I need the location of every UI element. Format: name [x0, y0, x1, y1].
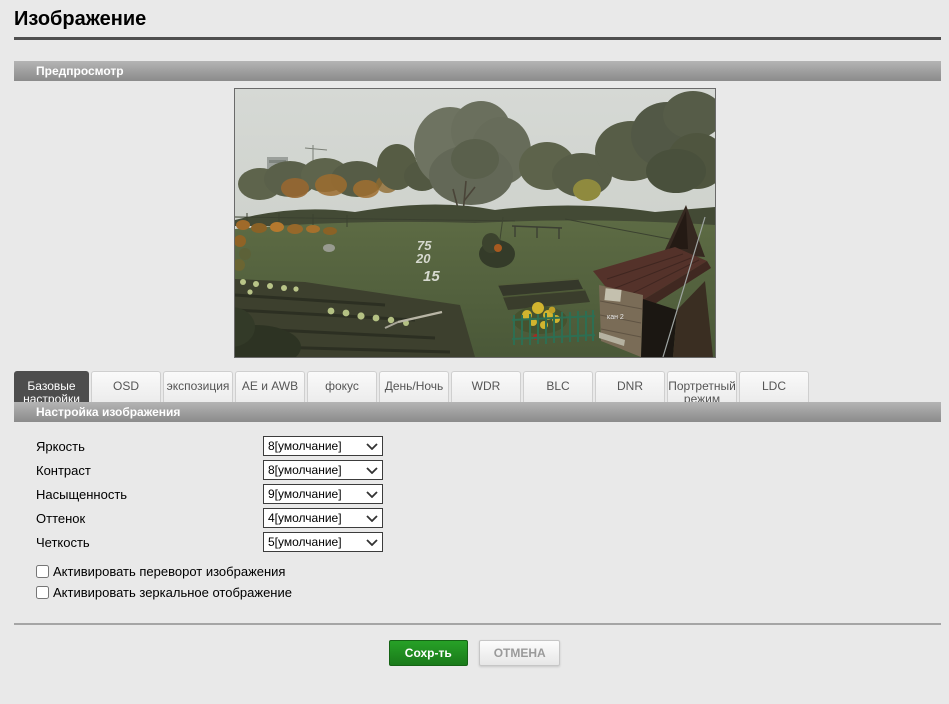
- saturation-row: Насыщенность 9[умолчание]: [36, 482, 941, 506]
- mirror-image-checkbox[interactable]: [36, 586, 49, 599]
- cancel-button[interactable]: ОТМЕНА: [479, 640, 561, 666]
- stone: [322, 244, 335, 252]
- chevron-down-icon: [366, 490, 378, 498]
- tab-osd[interactable]: OSD: [91, 371, 161, 402]
- hue-label: Оттенок: [36, 510, 86, 526]
- tab-ae-awb[interactable]: AE и AWB: [235, 371, 305, 402]
- flip-options: Активировать переворот изображения Актив…: [36, 561, 941, 603]
- footer-divider: [14, 623, 941, 625]
- chevron-down-icon: [366, 442, 378, 450]
- contrast-label: Контраст: [36, 462, 91, 478]
- brightness-label: Яркость: [36, 438, 85, 454]
- hue-select[interactable]: 4[умолчание]: [263, 508, 383, 528]
- flip-image-label: Активировать переворот изображения: [53, 564, 286, 579]
- mirror-image-label: Активировать зеркальное отображение: [53, 585, 292, 600]
- chevron-down-icon: [366, 538, 378, 546]
- tab-dnr[interactable]: DNR: [595, 371, 665, 402]
- preview-section-header: Предпросмотр: [14, 61, 941, 81]
- contrast-select[interactable]: 8[умолчание]: [263, 460, 383, 480]
- settings-tabs: Базовые настройки OSD экспозиция AE и AW…: [14, 371, 941, 406]
- page-title: Изображение: [14, 8, 941, 40]
- tab-focus[interactable]: фокус: [307, 371, 377, 402]
- osd-channel-text: кан 2: [607, 314, 624, 321]
- tab-portrait-mode[interactable]: Портретный режим: [667, 371, 737, 406]
- flip-image-checkbox[interactable]: [36, 565, 49, 578]
- sharpness-select[interactable]: 5[умолчание]: [263, 532, 383, 552]
- sharpness-value: 5[умолчание]: [268, 535, 342, 549]
- tab-exposure[interactable]: экспозиция: [163, 371, 233, 402]
- saturation-value: 9[умолчание]: [268, 487, 342, 501]
- hue-row: Оттенок 4[умолчание]: [36, 506, 941, 530]
- tab-wdr[interactable]: WDR: [451, 371, 521, 402]
- tab-day-night[interactable]: День/Ночь: [379, 371, 449, 402]
- footer-actions: Сохр-ть ОТМЕНА: [0, 640, 949, 666]
- sharpness-row: Четкость 5[умолчание]: [36, 530, 941, 554]
- tab-ldc[interactable]: LDC: [739, 371, 809, 402]
- image-settings-form: Яркость 8[умолчание] Контраст 8[умолчани…: [14, 434, 941, 603]
- contrast-value: 8[умолчание]: [268, 463, 342, 477]
- saturation-select[interactable]: 9[умолчание]: [263, 484, 383, 504]
- camera-scene: 75 20 15 кан 2: [234, 89, 715, 357]
- preview-area: 75 20 15 кан 2: [0, 88, 949, 358]
- mirror-image-row: Активировать зеркальное отображение: [36, 582, 941, 603]
- contrast-row: Контраст 8[умолчание]: [36, 458, 941, 482]
- distance-marker-20: 20: [415, 251, 431, 266]
- brightness-row: Яркость 8[умолчание]: [36, 434, 941, 458]
- flip-image-row: Активировать переворот изображения: [36, 561, 941, 582]
- save-button[interactable]: Сохр-ть: [388, 640, 468, 666]
- camera-preview-image: 75 20 15 кан 2: [233, 88, 716, 358]
- brightness-value: 8[умолчание]: [268, 439, 342, 453]
- image-settings-section-header: Настройка изображения: [14, 402, 941, 422]
- preview-section-label: Предпросмотр: [36, 64, 124, 78]
- brightness-select[interactable]: 8[умолчание]: [263, 436, 383, 456]
- chevron-down-icon: [366, 514, 378, 522]
- tab-blc[interactable]: BLC: [523, 371, 593, 402]
- sharpness-label: Четкость: [36, 534, 90, 550]
- distance-marker-15: 15: [423, 268, 440, 285]
- chevron-down-icon: [366, 466, 378, 474]
- saturation-label: Насыщенность: [36, 486, 128, 502]
- tab-basic-settings[interactable]: Базовые настройки: [14, 371, 89, 406]
- hue-value: 4[умолчание]: [268, 511, 342, 525]
- image-settings-section-label: Настройка изображения: [36, 405, 181, 419]
